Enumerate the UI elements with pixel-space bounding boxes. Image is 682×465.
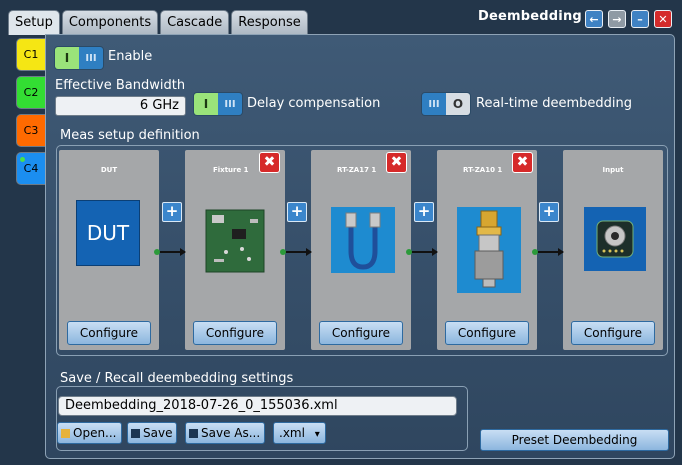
channel-tab-c4[interactable]: C4 xyxy=(16,152,46,185)
toggle-on-segment: I xyxy=(194,93,218,115)
connector-line xyxy=(406,248,438,256)
tab-bar: Setup Components Cascade Response xyxy=(8,10,308,35)
block-title: DUT xyxy=(100,166,118,174)
configure-rt-za10-button[interactable]: Configure xyxy=(445,321,529,345)
channel-tab-c1[interactable]: C1 xyxy=(16,38,46,71)
toggle-on-segment: I xyxy=(55,47,79,69)
delay-compensation-label: Delay compensation xyxy=(247,96,381,111)
delay-compensation-toggle[interactable]: I III xyxy=(193,92,243,116)
save-as-label: Save As... xyxy=(201,426,261,440)
toggle-off-segment: O xyxy=(446,93,470,115)
save-button[interactable]: Save xyxy=(127,422,178,444)
remove-rt-za17-button[interactable]: ✖ xyxy=(386,152,407,173)
pcb-board-icon xyxy=(202,207,267,274)
configure-fixture-button[interactable]: Configure xyxy=(193,321,277,345)
save-label: Save xyxy=(143,426,173,440)
meas-setup-label: Meas setup definition xyxy=(60,128,200,143)
arrow-left-button[interactable]: ← xyxy=(585,10,603,28)
add-component-button[interactable]: + xyxy=(162,202,182,222)
input-connector-icon xyxy=(584,207,646,271)
dut-block: DUT DUT Configure xyxy=(59,150,159,350)
save-as-button[interactable]: Save As... xyxy=(185,422,266,444)
toggle-knob: III xyxy=(422,93,446,115)
toggle-knob: III xyxy=(218,93,242,115)
add-component-button[interactable]: + xyxy=(287,202,307,222)
add-component-button[interactable]: + xyxy=(414,202,434,222)
folder-icon xyxy=(61,429,70,438)
realtime-deembedding-toggle[interactable]: III O xyxy=(421,92,471,116)
adapter-icon xyxy=(457,207,521,293)
channel-status-dot xyxy=(20,157,25,162)
tab-setup[interactable]: Setup xyxy=(8,10,60,35)
channel-label: C3 xyxy=(23,124,39,137)
enable-label: Enable xyxy=(108,49,153,64)
open-button[interactable]: Open... xyxy=(57,422,122,444)
connector-line xyxy=(154,248,186,256)
filename-field[interactable]: Deembedding_2018-07-26_0_155036.xml xyxy=(58,396,457,416)
realtime-deembedding-label: Real-time deembedding xyxy=(476,96,632,111)
bandwidth-field[interactable]: 6 GHz xyxy=(55,96,186,116)
remove-fixture-button[interactable]: ✖ xyxy=(259,152,280,173)
toggle-knob: III xyxy=(79,47,103,69)
remove-rt-za10-button[interactable]: ✖ xyxy=(512,152,533,173)
channel-label: C2 xyxy=(23,86,39,99)
configure-input-button[interactable]: Configure xyxy=(571,321,655,345)
connector-line xyxy=(280,248,312,256)
block-title: Input xyxy=(602,166,624,174)
floppy-icon xyxy=(189,429,198,438)
configure-dut-button[interactable]: Configure xyxy=(67,321,151,345)
dialog-title: Deembedding xyxy=(478,9,582,24)
minimize-button[interactable]: – xyxy=(631,10,649,28)
chevron-down-icon: ▾ xyxy=(314,429,320,440)
open-label: Open... xyxy=(73,426,117,440)
file-format-value: .xml xyxy=(279,426,305,440)
dut-icon-text: DUT xyxy=(86,221,130,245)
dut-icon: DUT xyxy=(76,200,140,266)
floppy-icon xyxy=(131,429,140,438)
rt-za17-block: RT-ZA17 1 Configure xyxy=(311,150,411,350)
tab-response[interactable]: Response xyxy=(231,10,308,34)
bandwidth-label: Effective Bandwidth xyxy=(55,78,186,93)
add-component-button[interactable]: + xyxy=(539,202,559,222)
enable-toggle[interactable]: I III xyxy=(54,46,104,70)
tab-components[interactable]: Components xyxy=(61,10,159,34)
arrow-right-button[interactable]: → xyxy=(608,10,626,28)
channel-tab-c3[interactable]: C3 xyxy=(16,114,46,147)
channel-label: C4 xyxy=(23,162,39,175)
configure-rt-za17-button[interactable]: Configure xyxy=(319,321,403,345)
fixture-block: Fixture 1 Configure xyxy=(185,150,285,350)
input-block: Input Configure xyxy=(563,150,663,350)
channel-tab-c2[interactable]: C2 xyxy=(16,76,46,109)
preset-deembedding-button[interactable]: Preset Deembedding xyxy=(480,429,669,451)
deembedding-dialog: Setup Components Cascade Response Deembe… xyxy=(0,0,682,465)
rt-za10-block: RT-ZA10 1 Configure xyxy=(437,150,537,350)
tab-cascade[interactable]: Cascade xyxy=(160,10,230,34)
connector-line xyxy=(532,248,564,256)
channel-label: C1 xyxy=(23,48,39,61)
cable-icon xyxy=(331,207,395,273)
close-button[interactable]: ✕ xyxy=(654,10,672,28)
save-recall-label: Save / Recall deembedding settings xyxy=(60,371,294,386)
file-format-select[interactable]: .xml ▾ xyxy=(273,422,326,444)
